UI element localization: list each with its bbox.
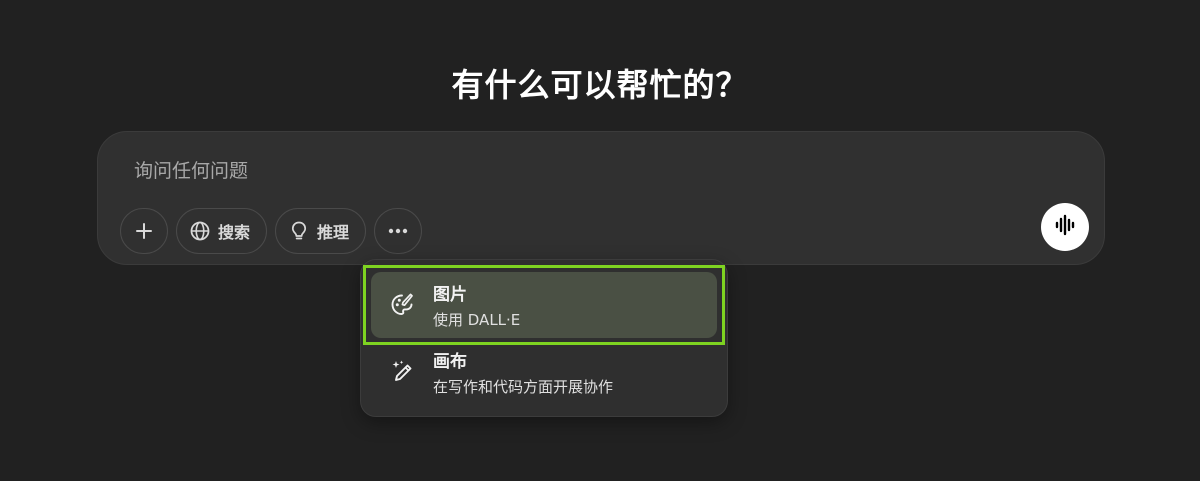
highlight-outline — [363, 265, 725, 345]
reason-button-label: 推理 — [317, 223, 350, 242]
more-tools-button[interactable] — [374, 208, 423, 254]
plus-icon — [134, 221, 154, 241]
prompt-input[interactable]: 询问任何问题 — [134, 156, 248, 183]
composer-toolbar: 搜索 推理 — [120, 207, 423, 255]
menu-item-canvas[interactable]: 画布 在写作和代码方面开展协作 — [371, 339, 717, 405]
add-button[interactable] — [120, 208, 168, 254]
voice-waveform-icon — [1053, 213, 1077, 241]
menu-item-canvas-subtitle: 在写作和代码方面开展协作 — [433, 378, 614, 396]
pencil-sparkle-icon — [387, 357, 417, 387]
search-button[interactable]: 搜索 — [176, 208, 268, 254]
voice-mode-button[interactable] — [1041, 203, 1089, 251]
menu-item-canvas-title: 画布 — [433, 352, 467, 372]
globe-icon — [189, 220, 211, 242]
search-button-label: 搜索 — [218, 223, 251, 242]
chat-home: 有什么可以帮忙的？ 询问任何问题 搜索 推理 图片 使用 DALL·E 画布 在… — [0, 0, 1200, 481]
composer: 询问任何问题 搜索 推理 — [97, 131, 1105, 265]
ellipsis-icon — [388, 228, 408, 234]
reason-button[interactable]: 推理 — [275, 208, 367, 254]
lightbulb-icon — [288, 220, 310, 242]
page-title: 有什么可以帮忙的？ — [451, 66, 749, 104]
tools-menu: 图片 使用 DALL·E 画布 在写作和代码方面开展协作 — [360, 259, 728, 417]
